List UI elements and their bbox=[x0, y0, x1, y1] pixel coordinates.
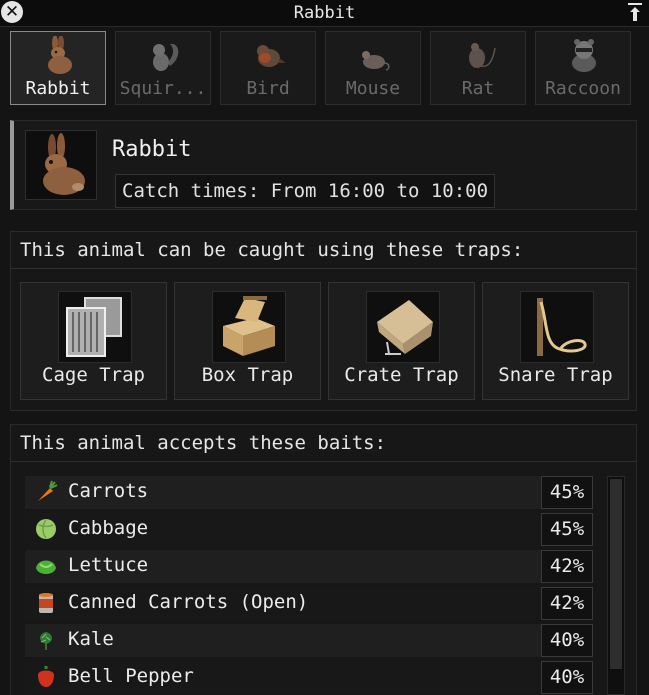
bait-chance: 40% bbox=[541, 661, 593, 694]
bait-chance: 45% bbox=[541, 513, 593, 546]
traps-section: This animal can be caught using these tr… bbox=[10, 231, 637, 411]
tab-label: Squir... bbox=[119, 78, 207, 99]
traps-header: This animal can be caught using these tr… bbox=[11, 232, 636, 269]
bait-row[interactable]: Canned Carrots (Open) 42% bbox=[25, 587, 593, 620]
baits-header: This animal accepts these baits: bbox=[11, 425, 636, 462]
bait-scrollbar[interactable] bbox=[607, 476, 625, 695]
tab-rabbit[interactable]: Rabbit bbox=[10, 31, 106, 105]
bell-pepper-icon bbox=[38, 666, 54, 687]
rabbit-portrait bbox=[25, 130, 97, 200]
bait-list[interactable]: Carrots 45% Cabbage 45% Lettuce 42% Cann… bbox=[13, 462, 625, 695]
box-trap-icon bbox=[223, 296, 275, 356]
trap-label: Box Trap bbox=[201, 364, 294, 386]
bait-chance: 42% bbox=[541, 550, 593, 583]
bait-chance: 40% bbox=[541, 624, 593, 657]
carrot-icon bbox=[38, 480, 58, 501]
bait-name: Carrots bbox=[68, 480, 149, 502]
cage-trap-icon bbox=[66, 297, 122, 357]
animal-window: ✕ Rabbit Rabbit Squir... Bird Mouse Rat … bbox=[0, 0, 649, 695]
cabbage-icon bbox=[36, 519, 56, 539]
bait-row[interactable]: Lettuce 42% bbox=[25, 550, 593, 583]
tab-label: Rabbit bbox=[25, 78, 91, 99]
tab-bird[interactable]: Bird bbox=[220, 31, 316, 105]
bait-name: Lettuce bbox=[68, 554, 149, 576]
tab-rat[interactable]: Rat bbox=[430, 31, 526, 105]
scroll-thumb[interactable] bbox=[610, 479, 622, 669]
tab-label: Rat bbox=[461, 78, 495, 99]
bait-row[interactable]: Bell Pepper 40% bbox=[25, 661, 593, 694]
animal-name: Rabbit bbox=[112, 137, 192, 162]
collapse-button[interactable] bbox=[625, 1, 645, 23]
rabbit-icon bbox=[43, 133, 85, 195]
bait-chance: 42% bbox=[541, 587, 593, 620]
lettuce-icon bbox=[36, 560, 56, 574]
trap-cage[interactable]: Cage Trap bbox=[20, 282, 167, 400]
tab-squirrel[interactable]: Squir... bbox=[115, 31, 211, 105]
trap-box[interactable]: Box Trap bbox=[174, 282, 321, 400]
rabbit-icon bbox=[48, 36, 72, 74]
rat-icon bbox=[469, 43, 496, 68]
tab-label: Bird bbox=[246, 78, 290, 99]
bait-row[interactable]: Cabbage 45% bbox=[25, 513, 593, 546]
tab-raccoon[interactable]: Raccoon bbox=[535, 31, 631, 105]
trap-label: Crate Trap bbox=[344, 364, 459, 386]
bait-row[interactable]: Carrots 45% bbox=[25, 476, 593, 509]
collapse-icon bbox=[628, 3, 642, 21]
bait-chance: 45% bbox=[541, 476, 593, 509]
window-title: Rabbit bbox=[293, 3, 356, 23]
squirrel-icon bbox=[153, 43, 179, 71]
animal-info-panel: Rabbit Catch times: From 16:00 to 10:00 bbox=[10, 120, 637, 210]
bait-row[interactable]: Kale 40% bbox=[25, 624, 593, 657]
tab-label: Mouse bbox=[345, 78, 401, 99]
trap-crate[interactable]: Crate Trap bbox=[328, 282, 475, 400]
catch-times: Catch times: From 16:00 to 10:00 bbox=[115, 174, 496, 208]
trap-snare[interactable]: Snare Trap bbox=[482, 282, 629, 400]
tab-mouse[interactable]: Mouse bbox=[325, 31, 421, 105]
bait-name: Kale bbox=[68, 628, 114, 650]
raccoon-icon bbox=[572, 39, 596, 72]
mouse-icon bbox=[362, 51, 390, 71]
bait-name: Cabbage bbox=[68, 517, 149, 539]
crate-trap-icon bbox=[377, 300, 433, 355]
title-bar[interactable]: ✕ Rabbit bbox=[0, 0, 649, 27]
trap-label: Cage Trap bbox=[42, 364, 145, 386]
kale-icon bbox=[40, 632, 52, 650]
bait-name: Bell Pepper bbox=[68, 665, 194, 687]
trap-label: Snare Trap bbox=[498, 364, 613, 386]
bird-icon bbox=[257, 45, 286, 67]
canned-carrots-icon bbox=[39, 593, 53, 613]
snare-trap-icon bbox=[537, 298, 587, 356]
tab-label: Raccoon bbox=[545, 78, 621, 99]
bait-name: Canned Carrots (Open) bbox=[68, 591, 309, 613]
